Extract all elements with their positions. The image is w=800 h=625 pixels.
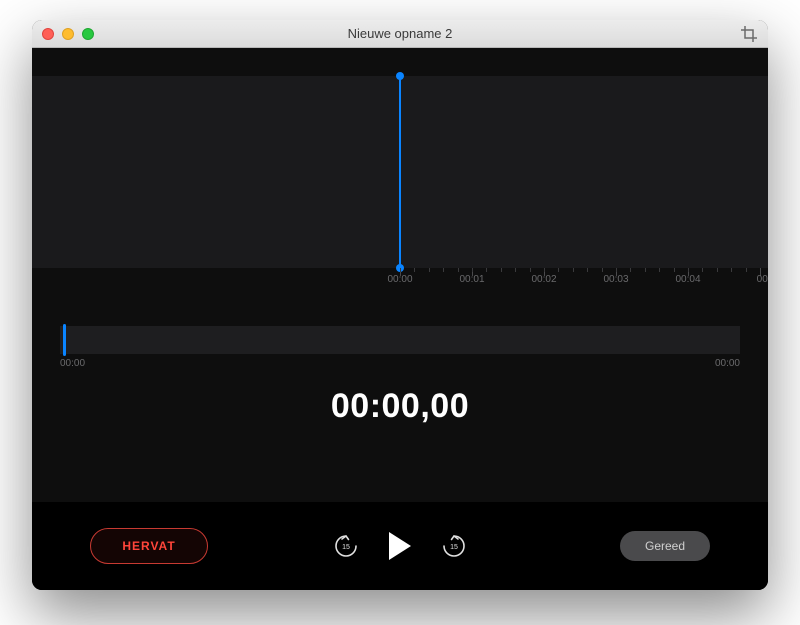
titlebar: Nieuwe opname 2 [32, 20, 768, 48]
scrubber-playhead[interactable] [63, 324, 66, 356]
trim-icon[interactable] [740, 25, 758, 43]
skip-forward-icon[interactable]: 15 [441, 533, 467, 559]
play-icon[interactable] [389, 532, 411, 560]
ruler-label: 00:04 [675, 274, 700, 285]
scrubber-start: 00:00 [60, 358, 85, 369]
playhead-line [399, 76, 401, 268]
ruler-label: 00:02 [531, 274, 556, 285]
resume-button[interactable]: HERVAT [90, 528, 208, 564]
waveform-area[interactable]: 00:00 00:01 00:02 00:03 [32, 76, 768, 268]
scrubber[interactable] [60, 326, 740, 354]
content: 00:00 00:01 00:02 00:03 [32, 48, 768, 590]
app-window: Nieuwe opname 2 00:00 [32, 20, 768, 590]
skip-back-icon[interactable]: 15 [333, 533, 359, 559]
ruler-label: 00:03 [603, 274, 628, 285]
window-controls [42, 28, 94, 40]
ruler-label: 00:00 [387, 274, 412, 285]
svg-text:15: 15 [342, 544, 350, 551]
svg-text:15: 15 [450, 544, 458, 551]
close-icon[interactable] [42, 28, 54, 40]
time-ruler: 00:00 00:01 00:02 00:03 [400, 268, 768, 286]
window-title: Nieuwe opname 2 [32, 26, 768, 41]
done-button[interactable]: Gereed [620, 531, 710, 561]
playback-controls: 15 15 [333, 532, 467, 560]
timer-display: 00:00,00 [32, 387, 768, 426]
ruler-label: 00:01 [459, 274, 484, 285]
scrubber-end: 00:00 [715, 358, 740, 369]
control-bar: HERVAT 15 15 [32, 502, 768, 590]
ruler-label: 00 [757, 274, 768, 285]
scrubber-labels: 00:00 00:00 [60, 358, 740, 369]
minimize-icon[interactable] [62, 28, 74, 40]
fullscreen-icon[interactable] [82, 28, 94, 40]
